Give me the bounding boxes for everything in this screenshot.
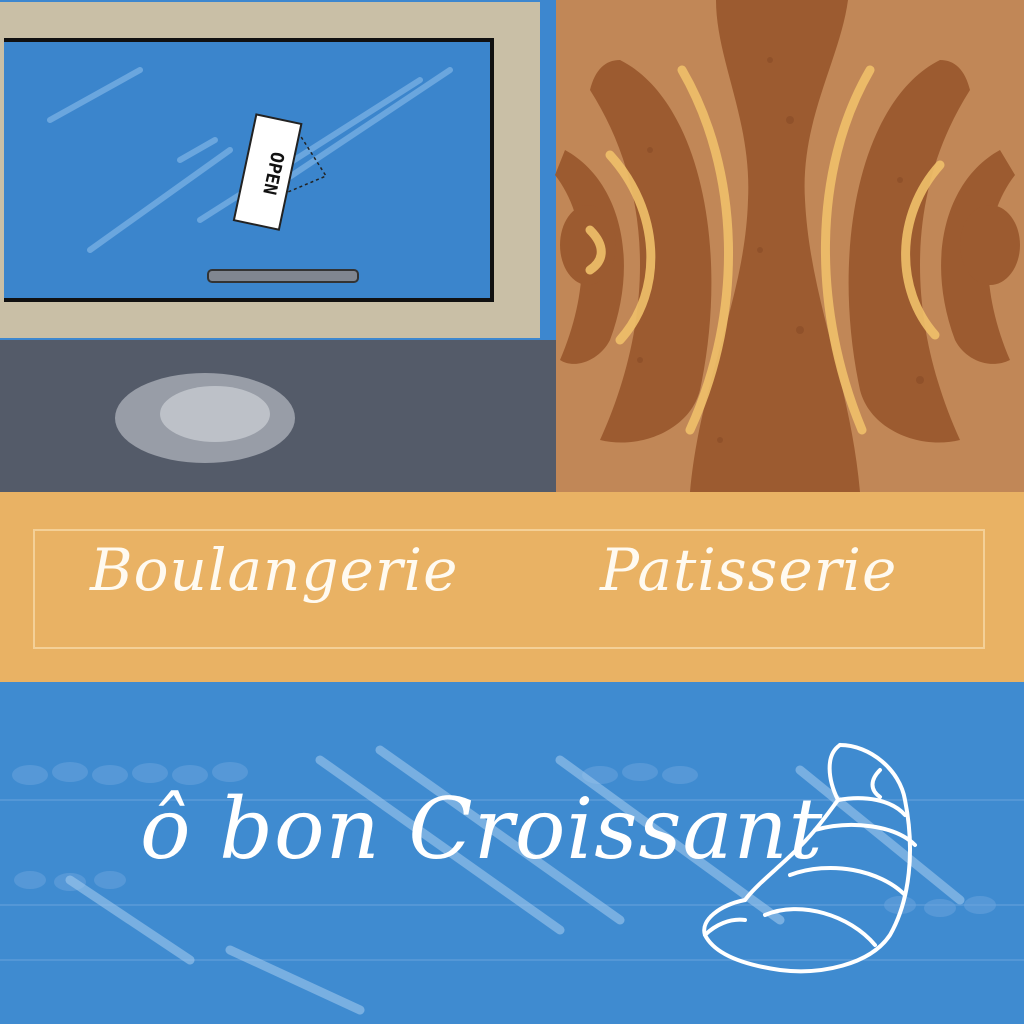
bakery-scene: OPEN Boulangerie Patisserie ô bon Croiss… (0, 0, 1024, 1024)
brand-name: ô bon Croissant (140, 780, 824, 878)
